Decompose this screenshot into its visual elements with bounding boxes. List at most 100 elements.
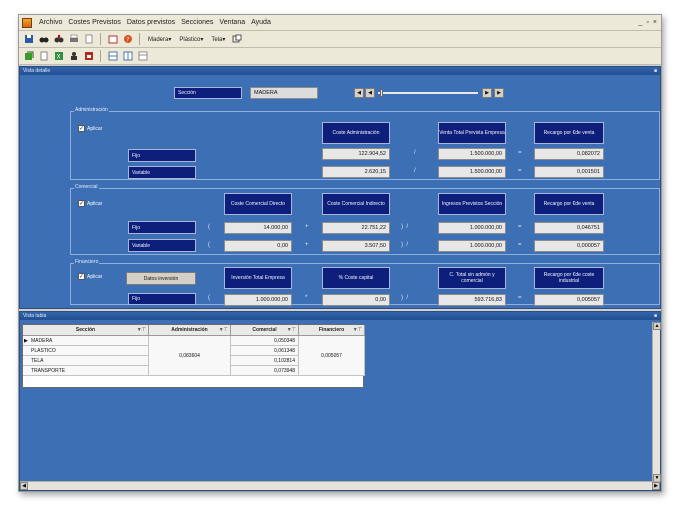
print-icon[interactable] — [67, 33, 80, 46]
chart-red-icon[interactable] — [82, 50, 95, 63]
admin-ventas-header: Venta Total Prevista Empresa — [438, 122, 506, 144]
person-icon[interactable] — [67, 50, 80, 63]
pin-icon[interactable]: ■ — [654, 312, 657, 320]
admin-coste-variable[interactable]: 2.620,15 — [322, 166, 390, 178]
equals-operator: = — [518, 295, 522, 301]
checkbox-checked-icon[interactable]: ✓ — [78, 125, 85, 132]
financiero-recargo-fijo[interactable]: 0,005057 — [534, 294, 604, 306]
prev-record-button[interactable]: ◀ — [365, 88, 375, 98]
svg-text:?: ? — [126, 36, 129, 43]
table-row[interactable]: TRANSPORTE — [23, 366, 149, 376]
document-icon[interactable] — [37, 50, 50, 63]
record-slider-track[interactable] — [378, 92, 478, 94]
binoculars-next-icon[interactable] — [52, 33, 65, 46]
menu-ventana[interactable]: Ventana — [216, 19, 248, 26]
comercial-ingresos-variable[interactable]: 1.000.000,00 — [438, 240, 506, 252]
column-header-comercial[interactable]: Comercial ▼⊤ — [231, 325, 299, 336]
help-icon[interactable]: ? — [121, 33, 134, 46]
vertical-scrollbar[interactable]: ▲ ▼ — [652, 322, 661, 482]
financiero-total-ventas-fijo[interactable]: 593.716,83 — [438, 294, 506, 306]
dropdown-plastico[interactable]: Plástico▾ — [176, 36, 206, 43]
admin-ventas-fijo[interactable]: 1.500.000,00 — [438, 148, 506, 160]
cell-administracion-merged[interactable]: 0,083604 — [149, 336, 231, 376]
cell-seccion: MADERA — [31, 337, 53, 344]
close-button[interactable]: × — [653, 19, 657, 26]
restore-icon[interactable]: ▫ — [646, 19, 648, 26]
admin-recargo-header: Recargo por €de venta — [534, 122, 604, 144]
financiero-apply-label: Aplicar — [87, 273, 103, 280]
cell-comercial[interactable]: 0,102814 — [231, 356, 299, 366]
page-icon[interactable] — [82, 33, 95, 46]
cell-financiero-merged[interactable]: 0,005057 — [299, 336, 365, 376]
menu-archivo[interactable]: Archivo — [36, 19, 65, 26]
column-header-administracion[interactable]: Administración ▼⊤ — [149, 325, 231, 336]
cell-comercial[interactable]: 0,050348 — [231, 336, 299, 346]
datos-inversion-button[interactable]: Datos inversión — [126, 272, 196, 285]
admin-recargo-variable[interactable]: 0,001501 — [534, 166, 604, 178]
first-record-button[interactable]: ◀ — [354, 88, 364, 98]
save-icon[interactable] — [22, 33, 35, 46]
dropdown-tela[interactable]: Tela▾ — [208, 36, 228, 43]
financiero-apply-checkbox[interactable]: ✓ Aplicar — [78, 273, 102, 280]
menu-datos-previstos[interactable]: Datos previstos — [124, 19, 178, 26]
menu-costes-previstos[interactable]: Costes Previstos — [65, 19, 124, 26]
multiply-operator: * — [305, 295, 308, 301]
last-record-button[interactable]: ▶ — [494, 88, 504, 98]
comercial-recargo-fijo[interactable]: 0,046751 — [534, 222, 604, 234]
section-value-field[interactable]: MADERA — [250, 87, 318, 99]
admin-fijo-label: Fijo — [128, 149, 196, 162]
cell-seccion: PLASTICO — [31, 347, 56, 354]
excel-icon[interactable]: X — [52, 50, 65, 63]
mdi-window-controls: _ ▫ × — [639, 19, 661, 26]
comercial-recargo-variable[interactable]: 0,000057 — [534, 240, 604, 252]
scroll-right-icon[interactable]: ▶ — [652, 482, 660, 490]
next-record-button[interactable]: ▶ — [482, 88, 492, 98]
admin-apply-checkbox[interactable]: ✓ Aplicar — [78, 125, 102, 132]
comercial-indirecto-fijo[interactable]: 22.751,22 — [322, 222, 390, 234]
table-row[interactable]: ▶ MADERA — [23, 336, 149, 346]
comercial-indirecto-variable[interactable]: 3.507,50 — [322, 240, 390, 252]
calendar-icon[interactable] — [106, 33, 119, 46]
detail-view-title: Vista detalle — [23, 68, 51, 74]
column-header-financiero[interactable]: Financiero ▼⊤ — [299, 325, 365, 336]
admin-variable-label: Variable — [128, 166, 196, 179]
minimize-button[interactable]: _ — [639, 19, 643, 26]
filter-pin-icon[interactable]: ▼⊤ — [219, 327, 228, 333]
record-slider-thumb[interactable] — [380, 89, 383, 97]
column-header-seccion[interactable]: Sección ▼⊤ — [23, 325, 149, 336]
window-icon[interactable] — [230, 33, 243, 46]
financiero-inversion-fijo[interactable]: 1.000.000,00 — [224, 294, 292, 306]
comercial-recargo-header: Recargo por €de venta — [534, 193, 604, 215]
admin-coste-fijo[interactable]: 122.904,52 — [322, 148, 390, 160]
export-green-icon[interactable] — [22, 50, 35, 63]
dropdown-madera[interactable]: Madera▾ — [145, 36, 174, 43]
cascade-icon[interactable] — [136, 50, 149, 63]
menu-ayuda[interactable]: Ayuda — [248, 19, 274, 26]
scroll-left-icon[interactable]: ◀ — [20, 482, 28, 490]
cell-comercial[interactable]: 0,061348 — [231, 346, 299, 356]
admin-recargo-fijo[interactable]: 0,082072 — [534, 148, 604, 160]
tile-vertical-icon[interactable] — [121, 50, 134, 63]
table-row[interactable]: PLASTICO — [23, 346, 149, 356]
column-header-label: Comercial — [252, 327, 277, 333]
checkbox-checked-icon[interactable]: ✓ — [78, 200, 85, 207]
comercial-directo-fijo[interactable]: 14.000,00 — [224, 222, 292, 234]
checkbox-checked-icon[interactable]: ✓ — [78, 273, 85, 280]
filter-pin-icon[interactable]: ▼⊤ — [353, 327, 362, 333]
pin-icon[interactable]: ■ — [654, 67, 657, 75]
financiero-coste-capital-fijo[interactable]: 0,00 — [322, 294, 390, 306]
comercial-directo-variable[interactable]: 0,00 — [224, 240, 292, 252]
filter-pin-icon[interactable]: ▼⊤ — [137, 327, 146, 333]
admin-ventas-variable[interactable]: 1.500.000,00 — [438, 166, 506, 178]
filter-pin-icon[interactable]: ▼⊤ — [287, 327, 296, 333]
section-label: Sección — [174, 87, 242, 99]
comercial-apply-checkbox[interactable]: ✓ Aplicar — [78, 200, 102, 207]
scroll-up-icon[interactable]: ▲ — [653, 322, 661, 330]
table-row[interactable]: TELA — [23, 356, 149, 366]
comercial-ingresos-fijo[interactable]: 1.000.000,00 — [438, 222, 506, 234]
tile-horizontal-icon[interactable] — [106, 50, 119, 63]
cell-comercial[interactable]: 0,073948 — [231, 366, 299, 376]
menu-secciones[interactable]: Secciones — [178, 19, 216, 26]
binoculars-icon[interactable] — [37, 33, 50, 46]
horizontal-scrollbar[interactable]: ◀ ▶ — [20, 481, 660, 490]
